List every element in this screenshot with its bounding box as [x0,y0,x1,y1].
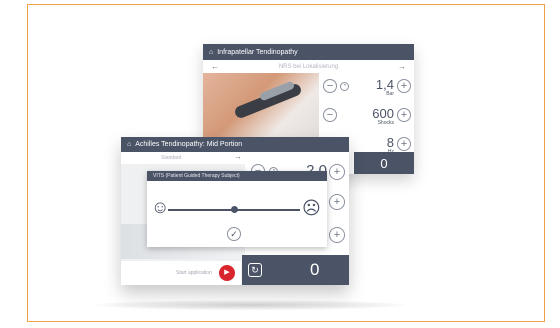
shocks-unit: Shocks [377,120,394,126]
counter-value: 0 [310,260,320,279]
confirm-button[interactable]: ✓ [227,227,241,241]
prev-arrow-icon[interactable]: ← [211,62,219,71]
start-button[interactable]: ▶ [219,265,235,281]
back-shock-counter: 0 [354,152,414,174]
checkmark-icon: ✓ [230,229,238,239]
back-title: Infrapatellar Tendinopathy [217,48,298,56]
front-shock-counter: ↻ 0 [242,255,349,285]
plus-button[interactable]: + [329,227,345,243]
start-label: Start application [176,270,212,276]
happy-face-icon[interactable]: ☺ [151,198,169,216]
plus-button[interactable]: + [397,79,411,93]
frequency-value: 8 [386,135,394,150]
start-application-row: Start application ▶ [121,261,241,285]
play-icon: ▶ [224,269,230,276]
minus-button[interactable]: − [323,79,337,93]
refresh-icon: ↻ [251,265,259,275]
front-header: ⌂ Achilles Tendinopathy: Mid Portion [121,137,349,152]
pressure-unit: Bar [386,91,394,97]
back-subheader: ← NRS bei Lokalisierung → [203,60,414,73]
counter-value: 0 [380,155,388,171]
plus-button[interactable]: + [329,194,345,210]
pressure-value: 1,4 [375,77,394,92]
minus-button[interactable]: − [323,108,337,122]
pain-scale-dialog: VITS (Patient Guided Therapy Subject) ☺ … [147,171,327,247]
pain-scale-slider-handle[interactable] [231,206,238,213]
plus-button[interactable]: + [397,137,411,151]
floor-shadow [95,300,405,310]
home-icon[interactable]: ⌂ [209,49,213,56]
sad-face-icon[interactable]: ☹ [302,199,321,217]
front-title: Achilles Tendinopathy: Mid Portion [135,141,243,148]
next-arrow-icon[interactable]: → [398,62,406,71]
plus-button[interactable]: + [397,108,411,122]
dialog-title: VITS (Patient Guided Therapy Subject) [147,171,327,181]
home-icon[interactable]: ⌂ [127,141,131,148]
back-subtitle: NRS bei Lokalisierung [278,63,339,70]
plus-button[interactable]: + [329,164,345,180]
gauge-icon: ◔ [340,82,349,91]
next-arrow-icon[interactable]: → [234,152,242,161]
shocks-value: 600 [372,106,394,121]
reset-button[interactable]: ↻ [248,263,262,277]
front-subtitle: Standard [161,155,182,161]
back-header: ⌂ Infrapatellar Tendinopathy [203,44,414,60]
